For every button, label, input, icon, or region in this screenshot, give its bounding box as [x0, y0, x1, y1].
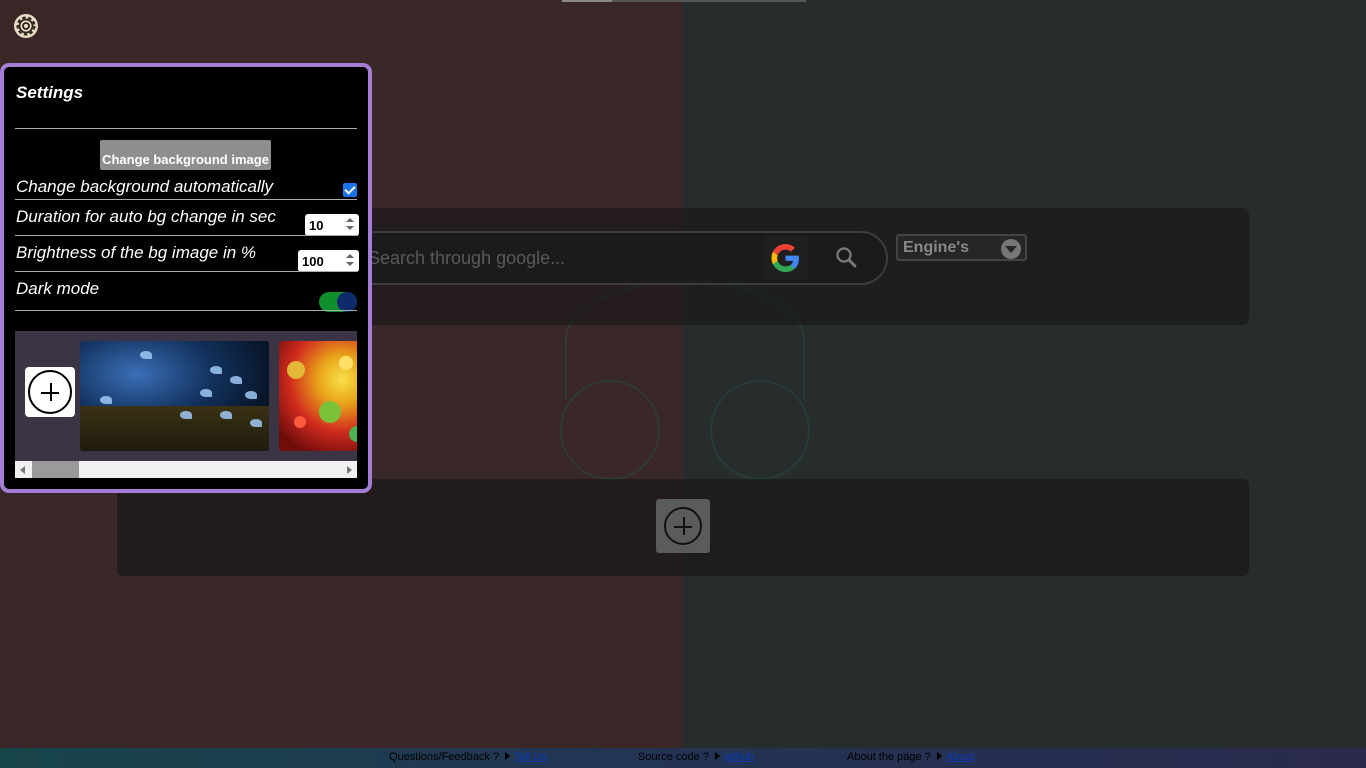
brightness-input[interactable]: 100 — [298, 250, 359, 272]
duration-label: Duration for auto bg change in sec — [16, 207, 276, 226]
dark-mode-label: Dark mode — [16, 279, 100, 298]
auto-bg-label: Change background automatically — [16, 177, 274, 196]
settings-title: Settings — [16, 83, 84, 102]
background-thumbnail-butterflies[interactable] — [80, 341, 269, 451]
duration-input[interactable]: 10 — [305, 214, 359, 236]
plus-icon — [28, 370, 72, 414]
brightness-value: 100 — [302, 254, 324, 269]
settings-panel: Settings Change background image Change … — [0, 63, 372, 493]
search-input[interactable] — [368, 244, 748, 272]
background-thumbnail-glitter[interactable] — [279, 341, 357, 451]
source-label: Source code ? — [638, 751, 709, 763]
divider — [15, 271, 357, 272]
triangle-right-icon — [505, 752, 511, 760]
change-background-button[interactable]: Change background image — [100, 140, 271, 170]
divider — [15, 128, 357, 129]
footer: Questions/Feedback ? Tell Us Source code … — [0, 748, 1366, 768]
engine-select[interactable]: Engine's — [896, 234, 1027, 261]
about-link[interactable]: About — [946, 751, 975, 763]
triangle-right-icon — [936, 752, 942, 760]
divider — [15, 310, 357, 311]
about-label: About the page ? — [847, 751, 931, 763]
tell-us-link[interactable]: Tell Us — [514, 751, 547, 763]
footer-source: Source code ? github — [638, 751, 754, 763]
footer-feedback: Questions/Feedback ? Tell Us — [389, 751, 547, 763]
google-logo-icon[interactable] — [763, 236, 807, 280]
brightness-label: Brightness of the bg image in % — [16, 243, 257, 262]
auto-bg-checkbox[interactable] — [343, 183, 357, 197]
github-link[interactable]: github — [724, 751, 754, 763]
dark-mode-toggle[interactable] — [319, 292, 357, 312]
feedback-label: Questions/Feedback ? — [389, 751, 500, 763]
scroll-left-icon[interactable] — [20, 466, 25, 474]
scroll-right-icon[interactable] — [347, 466, 352, 474]
scroll-thumb[interactable] — [32, 461, 79, 478]
top-progress-line — [562, 0, 806, 2]
plus-icon — [664, 507, 702, 545]
footer-about: About the page ? About — [847, 751, 975, 763]
add-background-button[interactable] — [25, 367, 75, 417]
spinner-icon[interactable] — [344, 216, 356, 233]
chevron-down-icon — [1001, 239, 1021, 259]
gear-icon[interactable] — [12, 12, 40, 40]
spinner-icon[interactable] — [344, 252, 356, 269]
duration-value: 10 — [309, 218, 324, 233]
toggle-knob — [337, 292, 357, 312]
divider — [15, 235, 357, 236]
search-icon[interactable] — [834, 245, 858, 269]
background-gallery — [15, 331, 357, 478]
add-shortcut-button[interactable] — [656, 499, 710, 553]
divider — [15, 199, 357, 200]
triangle-right-icon — [714, 752, 720, 760]
engine-select-label: Engine's — [903, 239, 970, 256]
gallery-scrollbar[interactable] — [15, 461, 357, 478]
